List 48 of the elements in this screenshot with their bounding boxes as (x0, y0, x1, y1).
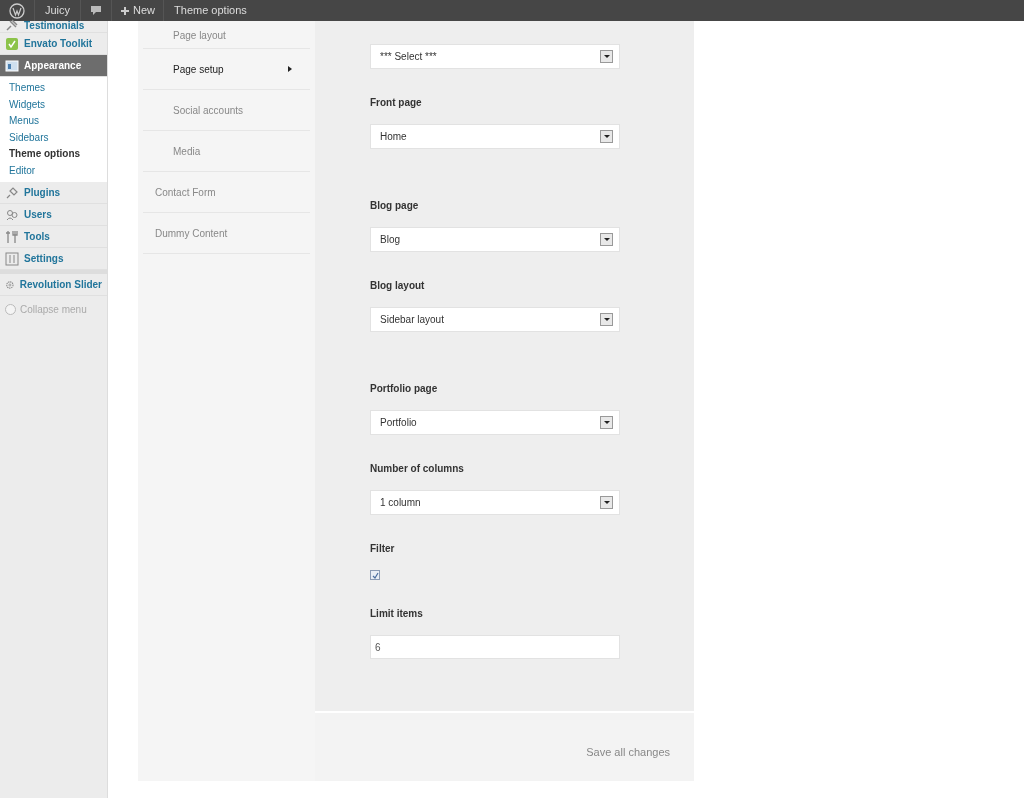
field-label: Filter (370, 543, 396, 555)
options-nav-item[interactable]: Media (143, 131, 310, 172)
select-field[interactable]: Home (370, 124, 620, 149)
menu-item[interactable]: Testimonials (0, 21, 107, 33)
submenu-link[interactable]: Editor (0, 162, 107, 179)
select-field[interactable]: Portfolio (370, 410, 620, 435)
menu-item[interactable]: Users (0, 204, 107, 226)
select-field[interactable]: Sidebar layout (370, 307, 620, 332)
select-field[interactable]: *** Select *** (370, 44, 620, 69)
menu-item[interactable]: Appearance (0, 55, 107, 77)
submenu-link[interactable]: Widgets (0, 96, 107, 113)
users-icon (5, 207, 19, 222)
field-label: Blog page (370, 200, 420, 212)
field-label: Blog layout (370, 280, 426, 292)
field-label: Number of columns (370, 463, 465, 475)
new-link[interactable]: New (133, 2, 164, 19)
submenu-link[interactable]: Themes (0, 80, 107, 97)
submenu-link[interactable]: Menus (0, 113, 107, 130)
comment-icon[interactable] (90, 5, 103, 16)
options-nav-item[interactable]: Page layout (143, 21, 310, 49)
tools-icon (5, 229, 19, 244)
menu-item[interactable]: Tools (0, 226, 107, 248)
options-nav-item[interactable]: Contact Form (143, 172, 310, 213)
field-label: Limit items (370, 608, 424, 620)
select-field[interactable]: 1 column (370, 490, 620, 515)
plug-icon (5, 185, 19, 200)
site-link[interactable]: Juicy (35, 2, 81, 19)
checkbox[interactable] (370, 570, 380, 580)
input-field[interactable]: 6 (370, 635, 620, 659)
pin-icon (5, 18, 19, 32)
checkmark-icon (5, 36, 19, 51)
plus-icon (121, 6, 130, 15)
wordpress-logo-icon[interactable] (9, 2, 25, 19)
field-label: Portfolio page (370, 383, 439, 395)
options-nav-item[interactable]: Dummy Content (143, 213, 310, 254)
select-field[interactable]: Blog (370, 227, 620, 252)
field-label: Front page (370, 97, 423, 109)
menu-item[interactable]: Revolution Slider (0, 274, 107, 296)
submenu-link[interactable]: Theme options (0, 146, 107, 163)
triangle-right-icon (288, 66, 292, 72)
theme-options-link[interactable]: Theme options (164, 2, 257, 19)
options-nav-item[interactable]: Page setup (143, 49, 310, 90)
sliders-icon (5, 251, 19, 266)
window-icon (5, 58, 19, 73)
menu-item[interactable]: Plugins (0, 182, 107, 204)
save-button[interactable]: Save all changes (586, 743, 670, 761)
submenu-link[interactable]: Sidebars (0, 129, 107, 146)
options-nav-item[interactable]: Social accounts (143, 90, 310, 131)
